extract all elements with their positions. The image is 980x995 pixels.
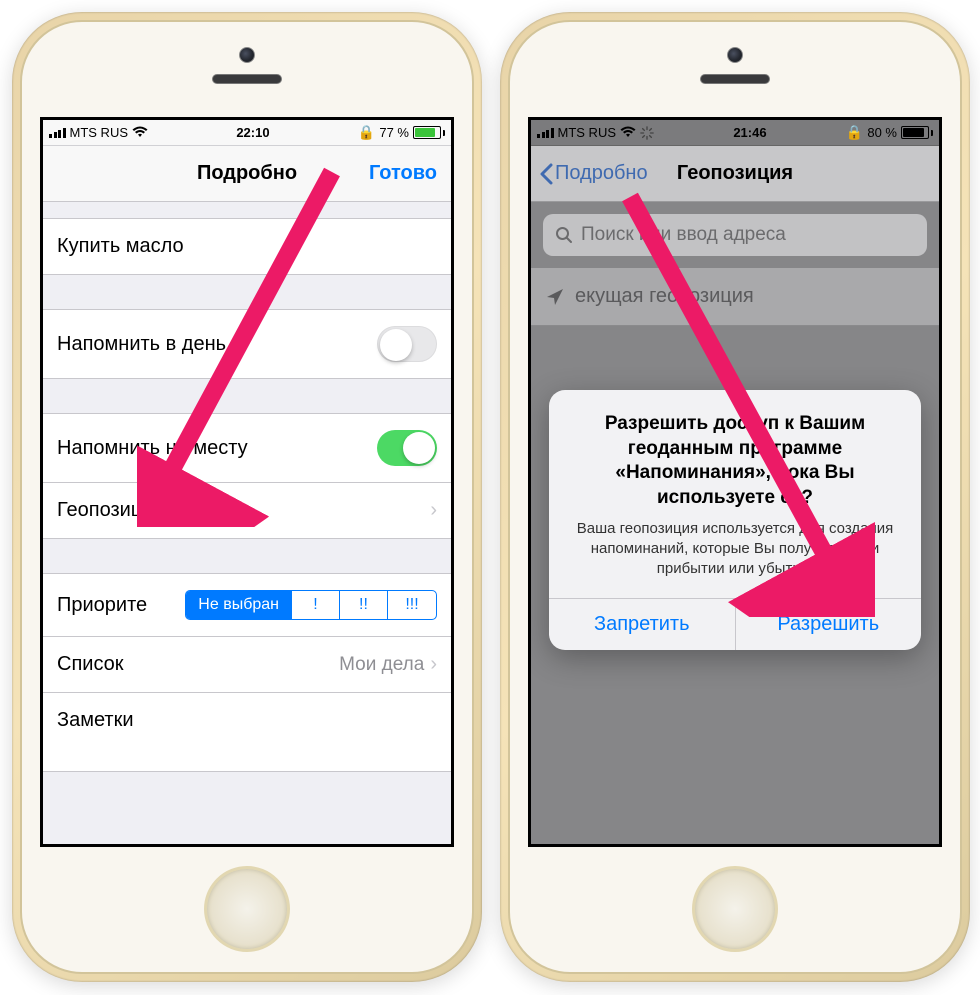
priority-seg-none[interactable]: Не выбран — [186, 591, 292, 619]
phone-mockup-left: MTS RUS 22:10 🔒 77 % Подробно Готово — [12, 12, 482, 982]
screen-right: MTS RUS 21:46 🔒 80 % — [528, 117, 942, 847]
notes-label: Заметки — [57, 709, 134, 732]
front-camera — [727, 47, 743, 63]
home-button[interactable] — [692, 866, 778, 952]
speaker-grill — [700, 74, 770, 84]
status-bar: MTS RUS 22:10 🔒 77 % — [43, 120, 451, 146]
reminder-title-text: Купить масло — [57, 235, 184, 258]
geolocation-label: Геопозиция — [57, 499, 164, 522]
remind-day-label: Напомнить в день — [57, 333, 226, 356]
group-title: Купить масло — [43, 218, 451, 275]
list-value: Мои дела — [339, 654, 424, 676]
front-camera — [239, 47, 255, 63]
row-list[interactable]: Список Мои дела › — [43, 636, 451, 692]
priority-segmented[interactable]: Не выбран ! !! !!! — [185, 590, 437, 620]
group-priority-list: Приорите Не выбран ! !! !!! Список Мои д… — [43, 573, 451, 772]
carrier-label: MTS RUS — [70, 125, 129, 140]
phone-mockup-right: MTS RUS 21:46 🔒 80 % — [500, 12, 970, 982]
rotation-lock-icon: 🔒 — [358, 124, 375, 141]
remind-place-label: Напомнить на месту — [57, 437, 248, 460]
remind-place-switch[interactable] — [377, 430, 437, 466]
alert-allow-button[interactable]: Разрешить — [736, 599, 922, 650]
screen-left: MTS RUS 22:10 🔒 77 % Подробно Готово — [40, 117, 454, 847]
remind-day-switch[interactable] — [377, 326, 437, 362]
priority-seg-1[interactable]: ! — [292, 591, 340, 619]
done-button[interactable]: Готово — [369, 162, 437, 185]
status-left: MTS RUS — [49, 125, 148, 141]
row-remind-day: Напомнить в день — [43, 309, 451, 379]
nav-title: Подробно — [197, 162, 297, 185]
chevron-right-icon: › — [430, 653, 437, 676]
list-label: Список — [57, 653, 124, 676]
reminder-title-field[interactable]: Купить масло — [43, 218, 451, 275]
home-button[interactable] — [204, 866, 290, 952]
signal-icon — [49, 128, 66, 138]
status-time: 22:10 — [236, 125, 269, 140]
group-remind: Напомнить в день — [43, 309, 451, 379]
row-notes[interactable]: Заметки — [43, 692, 451, 772]
priority-seg-3[interactable]: !!! — [388, 591, 436, 619]
battery-percent: 77 % — [379, 125, 409, 140]
chevron-right-icon: › — [430, 499, 437, 522]
permission-alert: Разрешить доступ к Вашим геоданным прогр… — [549, 390, 921, 650]
row-priority: Приорите Не выбран ! !! !!! — [43, 573, 451, 636]
priority-seg-2[interactable]: !! — [340, 591, 388, 619]
alert-deny-button[interactable]: Запретить — [549, 599, 736, 650]
nav-bar: Подробно Готово — [43, 146, 451, 202]
row-remind-place: Напомнить на месту — [43, 413, 451, 482]
list-value-wrap: Мои дела › — [339, 653, 437, 676]
battery-icon — [413, 126, 445, 139]
group-remind-place: Напомнить на месту Геопозиция › — [43, 413, 451, 539]
alert-message: Ваша геопозиция используется для создани… — [567, 519, 903, 580]
wifi-icon — [132, 125, 148, 141]
row-geolocation[interactable]: Геопозиция › — [43, 482, 451, 539]
speaker-grill — [212, 74, 282, 84]
alert-title: Разрешить доступ к Вашим геоданным прогр… — [567, 412, 903, 511]
status-right: 🔒 77 % — [358, 124, 445, 141]
priority-label: Приорите — [57, 594, 147, 617]
